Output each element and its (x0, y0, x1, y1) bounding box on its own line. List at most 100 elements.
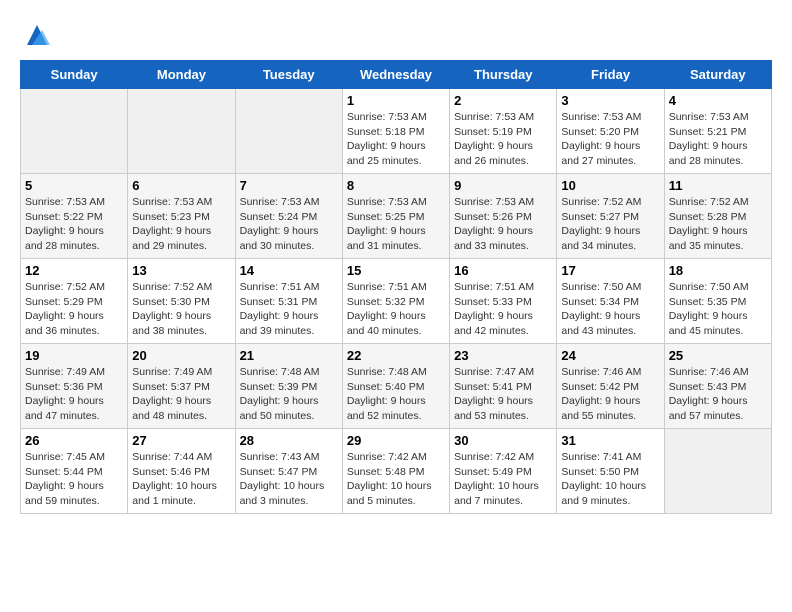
calendar-cell: 11 Sunrise: 7:52 AMSunset: 5:28 PMDayligh… (664, 174, 771, 259)
calendar-cell (664, 429, 771, 514)
day-info: Sunrise: 7:53 AMSunset: 5:19 PMDaylight:… (454, 110, 552, 169)
day-info: Sunrise: 7:51 AMSunset: 5:32 PMDaylight:… (347, 280, 445, 339)
day-info: Sunrise: 7:52 AMSunset: 5:28 PMDaylight:… (669, 195, 767, 254)
day-info: Sunrise: 7:41 AMSunset: 5:50 PMDaylight:… (561, 450, 659, 509)
calendar-cell: 3Sunrise: 7:53 AMSunset: 5:20 PMDaylight… (557, 89, 664, 174)
calendar-cell: 19Sunrise: 7:49 AMSunset: 5:36 PMDayligh… (21, 344, 128, 429)
day-header-tuesday: Tuesday (235, 61, 342, 89)
calendar-cell: 14 Sunrise: 7:51 AMSunset: 5:31 PMDayligh… (235, 259, 342, 344)
day-info: Sunrise: 7:53 AMSunset: 5:26 PMDaylight:… (454, 195, 552, 254)
day-info: Sunrise: 7:48 AMSunset: 5:40 PMDaylight:… (347, 365, 445, 424)
calendar-cell: 27 Sunrise: 7:44 AMSunset: 5:46 PMDayligh… (128, 429, 235, 514)
day-info: Sunrise: 7:43 AMSunset: 5:47 PMDaylight:… (240, 450, 338, 509)
calendar-cell: 22 Sunrise: 7:48 AMSunset: 5:40 PMDayligh… (342, 344, 449, 429)
calendar-week-row: 1 Sunrise: 7:53 AMSunset: 5:18 PMDaylight… (21, 89, 772, 174)
day-number: 1 (347, 93, 445, 108)
day-number: 10 (561, 178, 659, 193)
day-number: 31 (561, 433, 659, 448)
calendar-cell: 24 Sunrise: 7:46 AMSunset: 5:42 PMDayligh… (557, 344, 664, 429)
day-number: 18 (669, 263, 767, 278)
calendar-cell: 29 Sunrise: 7:42 AMSunset: 5:48 PMDayligh… (342, 429, 449, 514)
day-info: Sunrise: 7:50 AMSunset: 5:35 PMDaylight:… (669, 280, 767, 339)
day-info: Sunrise: 7:52 AMSunset: 5:30 PMDaylight:… (132, 280, 230, 339)
calendar-week-row: 12Sunrise: 7:52 AMSunset: 5:29 PMDayligh… (21, 259, 772, 344)
day-number: 20 (132, 348, 230, 363)
day-number: 15 (347, 263, 445, 278)
day-info: Sunrise: 7:46 AMSunset: 5:43 PMDaylight:… (669, 365, 767, 424)
calendar-cell: 15 Sunrise: 7:51 AMSunset: 5:32 PMDayligh… (342, 259, 449, 344)
day-number: 7 (240, 178, 338, 193)
day-info: Sunrise: 7:51 AMSunset: 5:33 PMDaylight:… (454, 280, 552, 339)
day-info: Sunrise: 7:48 AMSunset: 5:39 PMDaylight:… (240, 365, 338, 424)
calendar-cell: 30 Sunrise: 7:42 AMSunset: 5:49 PMDayligh… (450, 429, 557, 514)
day-info: Sunrise: 7:52 AMSunset: 5:27 PMDaylight:… (561, 195, 659, 254)
day-header-thursday: Thursday (450, 61, 557, 89)
page-header (20, 20, 772, 50)
day-info: Sunrise: 7:42 AMSunset: 5:49 PMDaylight:… (454, 450, 552, 509)
calendar-cell: 26 Sunrise: 7:45 AMSunset: 5:44 PMDayligh… (21, 429, 128, 514)
day-info: Sunrise: 7:44 AMSunset: 5:46 PMDaylight:… (132, 450, 230, 509)
day-number: 6 (132, 178, 230, 193)
calendar-cell: 25Sunrise: 7:46 AMSunset: 5:43 PMDayligh… (664, 344, 771, 429)
day-info: Sunrise: 7:45 AMSunset: 5:44 PMDaylight:… (25, 450, 123, 509)
calendar-table: SundayMondayTuesdayWednesdayThursdayFrid… (20, 60, 772, 514)
day-number: 13 (132, 263, 230, 278)
calendar-cell: 17 Sunrise: 7:50 AMSunset: 5:34 PMDayligh… (557, 259, 664, 344)
calendar-cell: 9 Sunrise: 7:53 AMSunset: 5:26 PMDaylight… (450, 174, 557, 259)
day-info: Sunrise: 7:47 AMSunset: 5:41 PMDaylight:… (454, 365, 552, 424)
day-number: 24 (561, 348, 659, 363)
day-info: Sunrise: 7:53 AMSunset: 5:21 PMDaylight:… (669, 110, 767, 169)
calendar-header-row: SundayMondayTuesdayWednesdayThursdayFrid… (21, 61, 772, 89)
day-info: Sunrise: 7:49 AMSunset: 5:36 PMDaylight:… (25, 365, 123, 424)
day-info: Sunrise: 7:53 AMSunset: 5:18 PMDaylight:… (347, 110, 445, 169)
logo (20, 20, 52, 50)
day-info: Sunrise: 7:50 AMSunset: 5:34 PMDaylight:… (561, 280, 659, 339)
calendar-cell: 21 Sunrise: 7:48 AMSunset: 5:39 PMDayligh… (235, 344, 342, 429)
day-number: 21 (240, 348, 338, 363)
calendar-cell: 31 Sunrise: 7:41 AMSunset: 5:50 PMDayligh… (557, 429, 664, 514)
day-info: Sunrise: 7:53 AMSunset: 5:23 PMDaylight:… (132, 195, 230, 254)
calendar-cell: 5Sunrise: 7:53 AMSunset: 5:22 PMDaylight… (21, 174, 128, 259)
day-info: Sunrise: 7:42 AMSunset: 5:48 PMDaylight:… (347, 450, 445, 509)
day-number: 12 (25, 263, 123, 278)
calendar-cell (128, 89, 235, 174)
day-number: 30 (454, 433, 552, 448)
day-header-monday: Monday (128, 61, 235, 89)
day-number: 2 (454, 93, 552, 108)
day-number: 11 (669, 178, 767, 193)
day-info: Sunrise: 7:46 AMSunset: 5:42 PMDaylight:… (561, 365, 659, 424)
day-number: 14 (240, 263, 338, 278)
logo-icon (22, 20, 52, 50)
day-header-sunday: Sunday (21, 61, 128, 89)
calendar-cell: 6 Sunrise: 7:53 AMSunset: 5:23 PMDaylight… (128, 174, 235, 259)
calendar-cell (235, 89, 342, 174)
calendar-week-row: 26 Sunrise: 7:45 AMSunset: 5:44 PMDayligh… (21, 429, 772, 514)
calendar-cell: 2 Sunrise: 7:53 AMSunset: 5:19 PMDaylight… (450, 89, 557, 174)
calendar-cell: 20 Sunrise: 7:49 AMSunset: 5:37 PMDayligh… (128, 344, 235, 429)
day-number: 17 (561, 263, 659, 278)
day-number: 29 (347, 433, 445, 448)
calendar-cell: 23Sunrise: 7:47 AMSunset: 5:41 PMDayligh… (450, 344, 557, 429)
day-number: 4 (669, 93, 767, 108)
calendar-cell: 13 Sunrise: 7:52 AMSunset: 5:30 PMDayligh… (128, 259, 235, 344)
calendar-cell: 28 Sunrise: 7:43 AMSunset: 5:47 PMDayligh… (235, 429, 342, 514)
day-header-saturday: Saturday (664, 61, 771, 89)
day-number: 26 (25, 433, 123, 448)
day-number: 9 (454, 178, 552, 193)
day-number: 16 (454, 263, 552, 278)
calendar-cell: 1 Sunrise: 7:53 AMSunset: 5:18 PMDaylight… (342, 89, 449, 174)
day-number: 22 (347, 348, 445, 363)
calendar-cell: 7Sunrise: 7:53 AMSunset: 5:24 PMDaylight… (235, 174, 342, 259)
calendar-cell: 10 Sunrise: 7:52 AMSunset: 5:27 PMDayligh… (557, 174, 664, 259)
calendar-cell: 12Sunrise: 7:52 AMSunset: 5:29 PMDayligh… (21, 259, 128, 344)
day-header-wednesday: Wednesday (342, 61, 449, 89)
calendar-week-row: 19Sunrise: 7:49 AMSunset: 5:36 PMDayligh… (21, 344, 772, 429)
day-number: 28 (240, 433, 338, 448)
calendar-cell (21, 89, 128, 174)
day-info: Sunrise: 7:49 AMSunset: 5:37 PMDaylight:… (132, 365, 230, 424)
day-number: 5 (25, 178, 123, 193)
calendar-cell: 18 Sunrise: 7:50 AMSunset: 5:35 PMDayligh… (664, 259, 771, 344)
day-number: 8 (347, 178, 445, 193)
day-number: 27 (132, 433, 230, 448)
day-info: Sunrise: 7:51 AMSunset: 5:31 PMDaylight:… (240, 280, 338, 339)
